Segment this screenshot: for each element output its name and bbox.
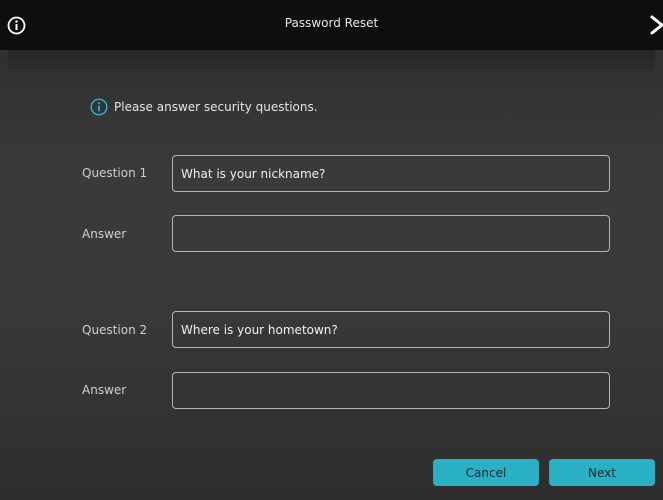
instruction-notice: Please answer security questions. — [90, 98, 318, 116]
header-band — [8, 50, 655, 72]
close-icon[interactable] — [649, 14, 663, 36]
answer-1-input[interactable] — [181, 216, 609, 251]
answer-2-input[interactable] — [181, 373, 609, 408]
window-title: Password Reset — [284, 16, 379, 30]
cancel-button[interactable]: Cancel — [433, 459, 539, 486]
question-1-label: Question 1 — [82, 166, 148, 180]
answer-2-field[interactable] — [172, 372, 610, 409]
answer-1-label: Answer — [82, 227, 127, 241]
password-reset-dialog: Password Reset Please answer security qu… — [0, 0, 663, 500]
next-button[interactable]: Next — [549, 459, 655, 486]
instruction-text: Please answer security questions. — [114, 100, 318, 114]
question-2-field[interactable]: Where is your hometown? — [172, 311, 610, 348]
question-1-value: What is your nickname? — [181, 166, 326, 181]
answer-1-field[interactable] — [172, 215, 610, 252]
title-bar: Password Reset — [0, 0, 663, 50]
question-2-value: Where is your hometown? — [181, 322, 338, 337]
answer-2-label: Answer — [82, 383, 127, 397]
info-icon — [90, 98, 108, 116]
question-2-label: Question 2 — [82, 323, 148, 337]
question-1-field[interactable]: What is your nickname? — [172, 155, 610, 192]
